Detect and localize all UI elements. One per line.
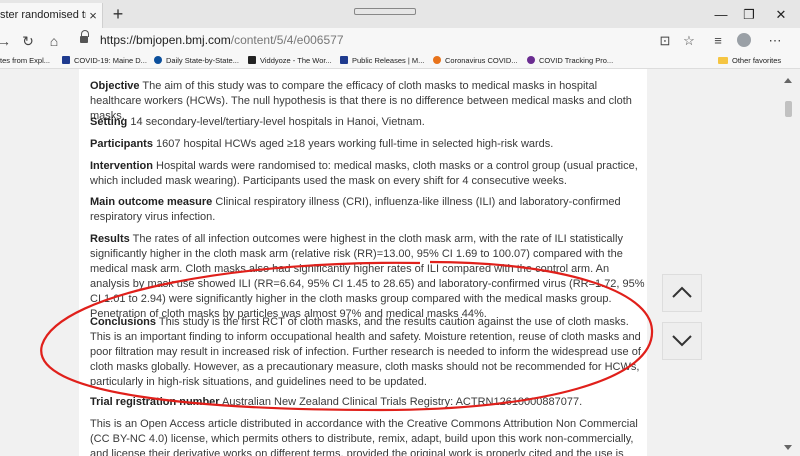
more-menu-icon[interactable]: ⋯ — [765, 31, 785, 51]
conclusions-paragraph: Conclusions This study is the first RCT … — [90, 315, 645, 390]
conclusions-label: Conclusions — [90, 316, 157, 328]
results-text: The rates of all infection outcomes were… — [90, 233, 645, 320]
url-host: https://bmjopen.bmj.com — [100, 33, 231, 47]
setting-label: Setting — [90, 116, 128, 128]
new-tab-button[interactable]: + — [108, 4, 128, 24]
scrollbar-thumb[interactable] — [785, 101, 792, 117]
maximize-button[interactable]: ❐ — [734, 5, 764, 25]
favorite-item[interactable]: tes from Expl... — [0, 54, 50, 68]
intervention-label: Intervention — [90, 160, 153, 172]
bookmark-icon — [62, 56, 70, 64]
objective-label: Objective — [90, 80, 140, 92]
scroll-up-arrow-icon — [784, 78, 792, 83]
participants-paragraph: Participants 1607 hospital HCWs aged ≥18… — [90, 137, 645, 152]
trial-registration-label: Trial registration number — [90, 396, 220, 408]
profile-avatar[interactable] — [737, 33, 751, 47]
minimize-button[interactable]: — — [706, 5, 736, 25]
back-arrow-icon[interactable]: → — [0, 31, 14, 51]
page-down-button[interactable] — [662, 322, 702, 360]
abstract-article: Objective The aim of this study was to c… — [79, 69, 647, 456]
setting-paragraph: Setting 14 secondary-level/tertiary-leve… — [90, 115, 645, 130]
chevron-down-icon — [672, 335, 692, 347]
page-up-button[interactable] — [662, 274, 702, 312]
favorite-star-icon[interactable]: ☆ — [679, 31, 699, 51]
tab-title: ster randomised trial of clo — [0, 9, 86, 21]
intervention-paragraph: Intervention Hospital wards were randomi… — [90, 159, 645, 189]
intervention-text: Hospital wards were randomised to: medic… — [90, 160, 638, 187]
scroll-down-arrow-icon — [784, 445, 792, 450]
favorite-item[interactable]: Public Releases | M... — [340, 54, 424, 68]
conclusions-text: This study is the first RCT of cloth mas… — [90, 316, 641, 388]
refresh-icon[interactable]: ↻ — [18, 31, 38, 51]
favorites-bar: tes from Expl... COVID-19: Maine D... Da… — [0, 54, 800, 69]
page-viewport: Objective The aim of this study was to c… — [0, 69, 800, 456]
favorite-item[interactable]: Viddyoze - The Wor... — [248, 54, 332, 68]
browser-tab[interactable]: ster randomised trial of clo × — [0, 3, 103, 28]
virus-icon — [433, 56, 441, 64]
favorites-list-icon[interactable]: ≡ — [708, 31, 728, 51]
trial-registration-paragraph: Trial registration number Australian New… — [90, 395, 645, 410]
setting-text: 14 secondary-level/tertiary-level hospit… — [127, 116, 425, 128]
other-favorites[interactable]: Other favorites — [718, 54, 781, 68]
drag-handle[interactable] — [354, 8, 416, 15]
viddyoze-icon — [248, 56, 256, 64]
close-window-button[interactable]: ✕ — [766, 5, 796, 25]
url-field[interactable]: https://bmjopen.bmj.com/content/5/4/e006… — [70, 30, 710, 52]
tracking-icon — [527, 56, 535, 64]
license-text: This is an Open Access article distribut… — [90, 418, 638, 456]
chevron-up-icon — [672, 286, 692, 298]
bookmark-icon — [340, 56, 348, 64]
url-text: https://bmjopen.bmj.com/content/5/4/e006… — [100, 33, 344, 47]
participants-text: 1607 hospital HCWs aged ≥18 years workin… — [152, 138, 554, 150]
shield-icon — [154, 56, 162, 64]
results-paragraph: Results The rates of all infection outco… — [90, 232, 645, 322]
results-label: Results — [90, 233, 130, 245]
favorite-item[interactable]: Coronavirus COVID... — [433, 54, 518, 68]
read-aloud-icon[interactable]: ⊡ — [655, 31, 675, 51]
lock-icon — [80, 30, 89, 43]
url-path: /content/5/4/e006577 — [230, 33, 344, 47]
address-bar: → ↻ ⌂ https://bmjopen.bmj.com/content/5/… — [0, 28, 800, 54]
participants-label: Participants — [90, 138, 153, 150]
tab-close-button[interactable]: × — [87, 3, 99, 28]
folder-icon — [718, 57, 728, 64]
vertical-scrollbar[interactable] — [776, 69, 800, 456]
favorite-item[interactable]: COVID Tracking Pro... — [527, 54, 613, 68]
home-icon[interactable]: ⌂ — [44, 31, 64, 51]
favorite-item[interactable]: Daily State-by-State... — [154, 54, 239, 68]
tab-strip: ster randomised trial of clo × + — ❐ ✕ — [0, 0, 800, 28]
license-paragraph: This is an Open Access article distribut… — [90, 417, 645, 456]
trial-registration-text: Australian New Zealand Clinical Trials R… — [219, 396, 583, 408]
favorite-item[interactable]: COVID-19: Maine D... — [62, 54, 147, 68]
main-outcome-label: Main outcome measure — [90, 196, 213, 208]
main-outcome-paragraph: Main outcome measure Clinical respirator… — [90, 195, 645, 225]
scrollbar-arrows — [784, 78, 792, 450]
